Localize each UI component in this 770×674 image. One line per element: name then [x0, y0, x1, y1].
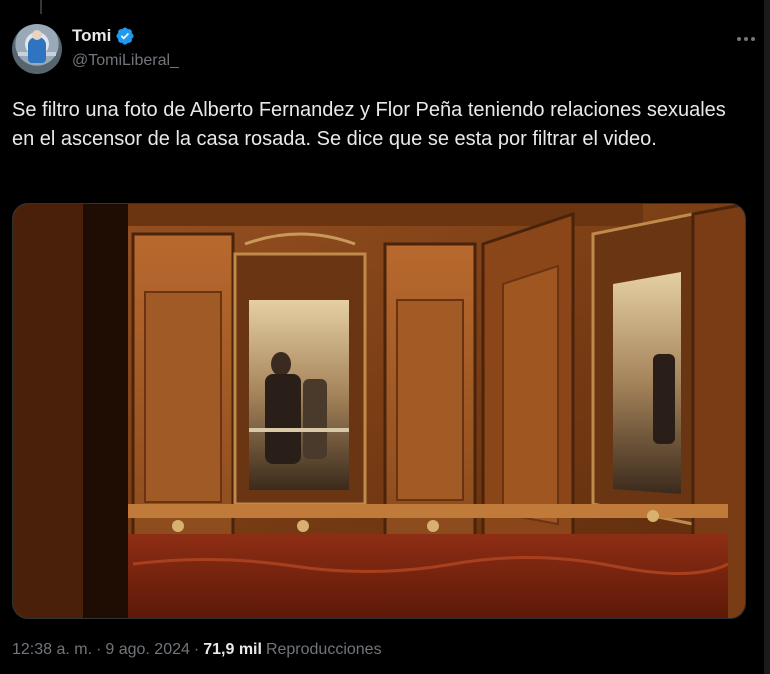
right-edge-divider [764, 0, 770, 674]
views-count[interactable]: 71,9 mil [203, 641, 262, 659]
tweet-card: Tomi @TomiLiberal_ Se filtro una foto de… [0, 0, 770, 674]
user-handle[interactable]: @TomiLiberal_ [72, 52, 179, 70]
tweet-time[interactable]: 12:38 a. m. [12, 641, 92, 659]
views-label: Reproducciones [265, 641, 382, 658]
more-options-icon[interactable] [734, 30, 758, 48]
elevator-photo [13, 204, 745, 618]
avatar[interactable] [12, 24, 62, 74]
name-row: Tomi [72, 26, 135, 46]
display-name[interactable]: Tomi [72, 26, 111, 46]
tweet-header: Tomi @TomiLiberal_ [12, 22, 758, 78]
tweet-text: Se filtro una foto de Alberto Fernandez … [12, 99, 732, 150]
verified-badge-icon[interactable] [115, 26, 135, 46]
tweet-photo[interactable] [12, 203, 746, 619]
tweet-meta: 12:38 a. m. · 9 ago. 2024 · 71,9 mil Rep… [12, 641, 382, 659]
meta-separator: · [193, 641, 200, 658]
thread-line [40, 0, 42, 14]
meta-separator: · [96, 641, 102, 658]
tweet-date[interactable]: 9 ago. 2024 [105, 641, 190, 659]
